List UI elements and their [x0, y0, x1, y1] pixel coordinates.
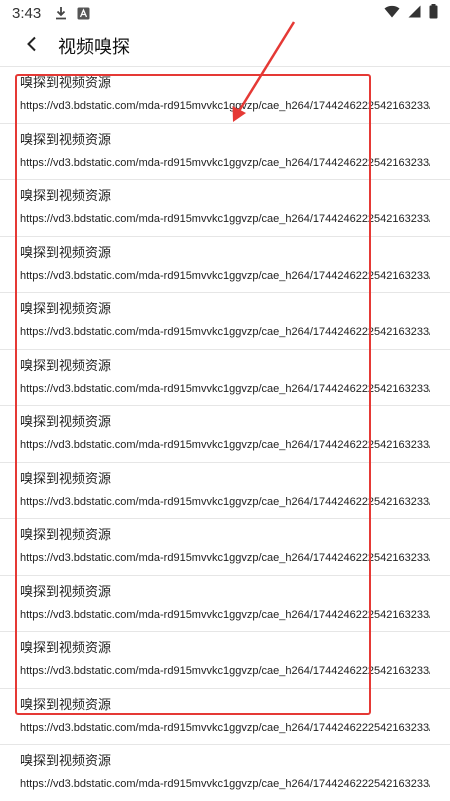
list-item[interactable]: 嗅探到视频资源 https://vd3.bdstatic.com/mda-rd91…: [0, 744, 450, 801]
list-item-title: 嗅探到视频资源: [20, 471, 112, 487]
list-item[interactable]: 嗅探到视频资源 https://vd3.bdstatic.com/mda-rd91…: [0, 235, 450, 293]
list-item[interactable]: 嗅探到视频资源 https://vd3.bdstatic.com/mda-rd91…: [0, 348, 450, 406]
list-item-url: https://vd3.bdstatic.com/mda-rd915mvvkc1…: [20, 439, 430, 451]
list-item-url: https://vd3.bdstatic.com/mda-rd915mvvkc1…: [20, 608, 430, 621]
list-item-url: https://vd3.bdstatic.com/mda-rd915mvvkc1…: [20, 721, 430, 734]
list-item-title: 嗅探到视频资源: [20, 76, 112, 91]
list-item-url: https://vd3.bdstatic.com/mda-rd915mvvkc1…: [20, 100, 430, 112]
list-item[interactable]: 嗅探到视频资源 https://vd3.bdstatic.com/mda-rd91…: [0, 122, 450, 180]
list-item-title: 嗅探到视频资源: [20, 697, 112, 713]
list-item-url: https://vd3.bdstatic.com/mda-rd915mvvkc1…: [20, 495, 430, 508]
list-item-title: 嗅探到视频资源: [20, 132, 112, 148]
list-item-url: https://vd3.bdstatic.com/mda-rd915mvvkc1…: [20, 156, 430, 169]
list-item[interactable]: 嗅探到视频资源 https://vd3.bdstatic.com/mda-rd91…: [0, 179, 450, 236]
status-right-icons: [384, 3, 438, 23]
list-item-title: 嗅探到视频资源: [20, 528, 112, 543]
download-icon: [55, 6, 67, 20]
list-item-title: 嗅探到视频资源: [20, 754, 112, 769]
list-item-title: 嗅探到视频资源: [20, 641, 112, 656]
cellular-icon: [408, 5, 421, 22]
list-item[interactable]: 嗅探到视频资源 https://vd3.bdstatic.com/mda-rd91…: [0, 461, 450, 519]
status-time: 3:43: [12, 4, 42, 22]
list-item[interactable]: 嗅探到视频资源 https://vd3.bdstatic.com/mda-rd91…: [0, 687, 450, 745]
list-item-url: https://vd3.bdstatic.com/mda-rd915mvvkc1…: [20, 326, 430, 338]
chevron-left-icon: [26, 36, 38, 56]
list-item-url: https://vd3.bdstatic.com/mda-rd915mvvkc1…: [20, 213, 430, 225]
list-item-url: https://vd3.bdstatic.com/mda-rd915mvvkc1…: [20, 552, 430, 564]
list-item-url: https://vd3.bdstatic.com/mda-rd915mvvkc1…: [20, 778, 430, 790]
battery-icon: [429, 3, 438, 23]
list-item-title: 嗅探到视频资源: [20, 189, 112, 204]
status-bar: 3:43: [0, 0, 450, 26]
list-item-title: 嗅探到视频资源: [20, 245, 112, 261]
wifi-icon: [384, 5, 400, 22]
list-item-url: https://vd3.bdstatic.com/mda-rd915mvvkc1…: [20, 382, 430, 395]
app-bar: 视频嗅探: [0, 26, 450, 66]
list-item[interactable]: 嗅探到视频资源 https://vd3.bdstatic.com/mda-rd91…: [0, 631, 450, 688]
list-item-title: 嗅探到视频资源: [20, 415, 112, 430]
list-item[interactable]: 嗅探到视频资源 https://vd3.bdstatic.com/mda-rd91…: [0, 66, 450, 123]
page-title: 视频嗅探: [58, 37, 130, 58]
list-item-title: 嗅探到视频资源: [20, 302, 112, 317]
list-item-title: 嗅探到视频资源: [20, 358, 112, 374]
back-button[interactable]: [12, 26, 52, 66]
list-item-url: https://vd3.bdstatic.com/mda-rd915mvvkc1…: [20, 269, 430, 282]
notification-a-icon: [77, 7, 90, 20]
list-item[interactable]: 嗅探到视频资源 https://vd3.bdstatic.com/mda-rd91…: [0, 518, 450, 575]
list-item-title: 嗅探到视频资源: [20, 584, 112, 600]
sniffed-video-list: 嗅探到视频资源 https://vd3.bdstatic.com/mda-rd91…: [0, 66, 450, 801]
list-item[interactable]: 嗅探到视频资源 https://vd3.bdstatic.com/mda-rd91…: [0, 574, 450, 632]
list-item[interactable]: 嗅探到视频资源 https://vd3.bdstatic.com/mda-rd91…: [0, 292, 450, 349]
list-item-url: https://vd3.bdstatic.com/mda-rd915mvvkc1…: [20, 665, 430, 677]
list-item[interactable]: 嗅探到视频资源 https://vd3.bdstatic.com/mda-rd91…: [0, 405, 450, 462]
